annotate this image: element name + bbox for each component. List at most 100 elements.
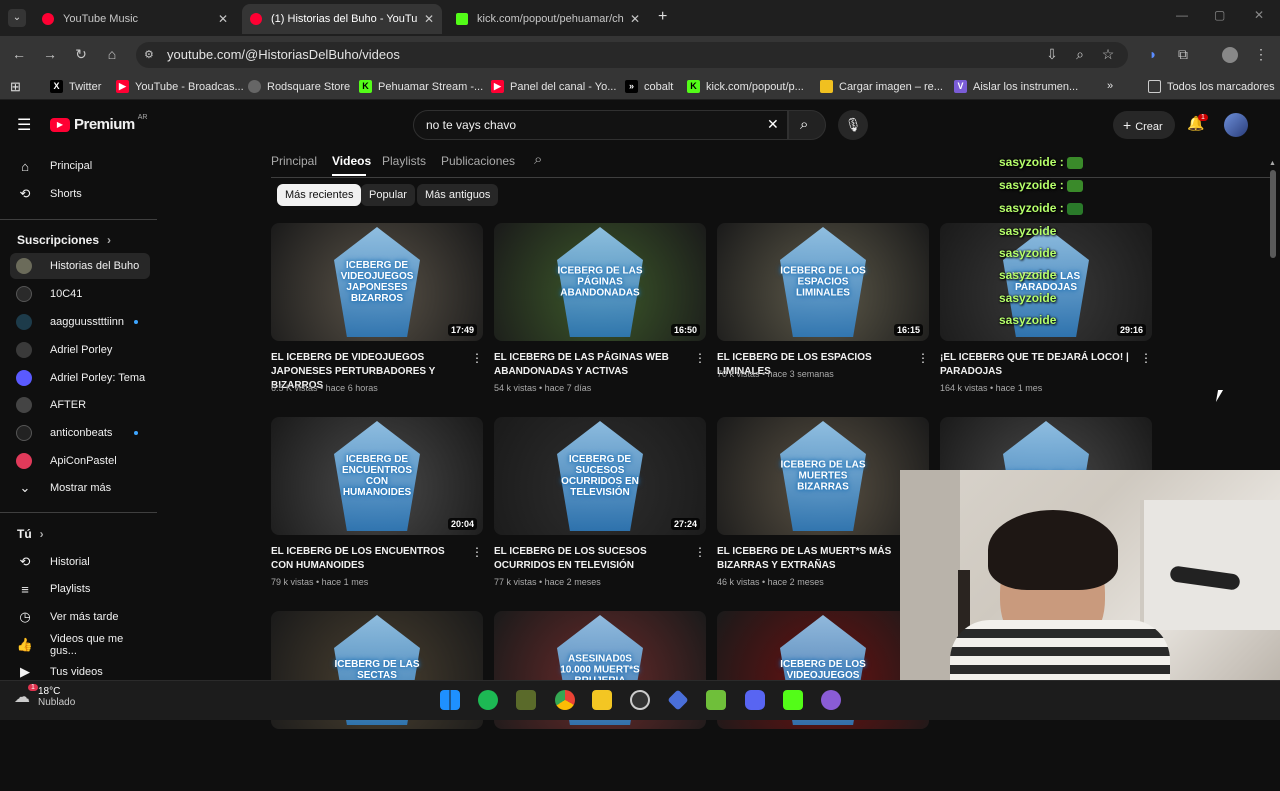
close-window-icon[interactable]: ✕ <box>1254 8 1264 22</box>
profile-avatar[interactable] <box>1222 47 1238 63</box>
subscriptions-heading[interactable]: Suscripciones › <box>17 233 111 247</box>
sidebar-item-ver-mas-tarde[interactable]: ◷ Ver más tarde <box>10 604 150 630</box>
extensions-puzzle-icon[interactable]: ⧉ <box>1174 46 1192 63</box>
video-title[interactable]: EL ICEBERG DE LAS MUERT*S MÁS BIZARRAS Y… <box>717 545 913 573</box>
youtube-premium-logo[interactable]: ▶ Premium AR <box>50 114 147 133</box>
sidebar-item-shorts[interactable]: ⟲ Shorts <box>10 181 150 207</box>
weather-widget[interactable]: ☁ 18°C Nublado <box>14 686 75 708</box>
zoom-icon[interactable]: ⌕ <box>1071 46 1089 63</box>
video-title[interactable]: EL ICEBERG DE LOS ENCUENTROS CON HUMANOI… <box>271 545 467 573</box>
maximize-icon[interactable]: ▢ <box>1214 8 1225 22</box>
video-options-icon[interactable]: ⋮ <box>1140 351 1152 365</box>
all-bookmarks[interactable]: Todos los marcadores <box>1148 80 1275 93</box>
bookmark-kick-popout[interactable]: Kkick.com/popout/p... <box>687 80 804 93</box>
tab-playlists[interactable]: Playlists <box>382 154 426 168</box>
tab-youtube-music[interactable]: YouTube Music ✕ <box>34 6 236 32</box>
sidebar-item-principal[interactable]: ⌂ Principal <box>10 153 150 179</box>
install-app-icon[interactable]: ⇩ <box>1043 46 1061 63</box>
sidebar-sub-adriel-porley[interactable]: Adriel Porley <box>10 337 150 363</box>
video-options-icon[interactable]: ⋮ <box>471 351 483 365</box>
bookmarks-overflow-icon[interactable]: » <box>1107 80 1113 92</box>
sidebar-sub-after[interactable]: AFTER <box>10 392 150 418</box>
bookmark-cargar-imagen[interactable]: Cargar imagen – re... <box>820 80 943 93</box>
minimize-icon[interactable]: — <box>1176 8 1188 22</box>
windows-start-icon[interactable] <box>440 690 460 710</box>
page-scrollbar[interactable] <box>1270 170 1276 258</box>
reload-icon[interactable]: ↻ <box>72 46 90 63</box>
video-card[interactable]: ICEBERG DE LOS ESPACIOS LIMINALES 16:15 EL… <box>717 223 929 403</box>
chip-mas-recientes[interactable]: Más recientes <box>277 184 362 206</box>
bookmark-pehuamar-stream[interactable]: K Pehuamar Stream -... <box>359 80 483 93</box>
apps-grid-icon[interactable]: ⊞ <box>10 79 21 95</box>
obs-icon[interactable] <box>630 690 650 710</box>
video-title[interactable]: EL ICEBERG DE LOS SUCESOS OCURRIDOS EN T… <box>494 545 690 573</box>
address-bar[interactable]: youtube.com/@HistoriasDelBuho/videos <box>136 42 1128 68</box>
stacked-app-icon[interactable] <box>706 690 726 710</box>
video-thumbnail[interactable]: ICEBERG DE LOS ESPACIOS LIMINALES 16:15 <box>717 223 929 341</box>
you-heading[interactable]: Tú › <box>17 527 44 541</box>
sidebar-sub-apiconpastel[interactable]: ApiConPastel <box>10 448 150 474</box>
hamburger-menu-icon[interactable]: ☰ <box>17 115 31 135</box>
sidebar-sub-adriel-porley-tema[interactable]: Adriel Porley: Tema <box>10 365 150 391</box>
sidebar-show-more[interactable]: ⌄ Mostrar más <box>10 475 150 501</box>
video-card[interactable]: ICEBERG DE SUCESOS OCURRIDOS EN TELEVISI… <box>494 417 706 597</box>
sidebar-item-videos-que-me-gustan[interactable]: 👍 Videos que me gus... <box>10 632 150 658</box>
close-tab-icon[interactable]: ✕ <box>630 12 640 26</box>
discord-icon[interactable] <box>745 690 765 710</box>
sidebar-item-playlists[interactable]: ≡ Playlists <box>10 576 150 602</box>
bookmark-star-icon[interactable]: ☆ <box>1099 46 1117 63</box>
video-options-icon[interactable]: ⋮ <box>694 545 706 559</box>
site-info-icon[interactable]: ⚙ <box>144 48 154 61</box>
video-thumbnail[interactable]: ICEBERG DE ENCUENTROS CON HUMANOIDES 20:0… <box>271 417 483 535</box>
game-launcher-icon[interactable] <box>516 690 536 710</box>
video-thumbnail[interactable]: ICEBERG DE SUCESOS OCURRIDOS EN TELEVISI… <box>494 417 706 535</box>
video-title[interactable]: EL ICEBERG DE LAS PÁGINAS WEB ABANDONADA… <box>494 351 690 379</box>
create-button[interactable]: + Crear <box>1113 111 1175 139</box>
chip-popular[interactable]: Popular <box>361 184 415 206</box>
spotify-icon[interactable] <box>478 690 498 710</box>
back-icon[interactable]: ← <box>10 46 28 62</box>
close-tab-icon[interactable]: ✕ <box>424 12 434 26</box>
account-avatar[interactable] <box>1224 113 1248 137</box>
voice-search-button[interactable]: 🎙 <box>838 110 868 140</box>
tab-principal[interactable]: Principal <box>271 154 317 168</box>
extension-icon[interactable]: ◗ <box>1144 46 1162 62</box>
sidebar-item-historial[interactable]: ⟲ Historial <box>10 549 150 575</box>
sidebar-sub-anticonbeats[interactable]: anticonbeats <box>10 420 150 446</box>
tab-historias-del-buho[interactable]: (1) Historias del Buho - YouTub ✕ <box>242 4 442 34</box>
tab-list-button[interactable]: ⌄ <box>8 9 26 27</box>
bookmark-cobalt[interactable]: » cobalt <box>625 80 673 93</box>
chrome-icon[interactable] <box>555 690 575 710</box>
video-options-icon[interactable]: ⋮ <box>471 545 483 559</box>
chat-app-icon[interactable] <box>821 690 841 710</box>
close-tab-icon[interactable]: ✕ <box>218 12 228 26</box>
tab-kick-popout[interactable]: kick.com/popout/pehuamar/ch ✕ <box>448 6 648 32</box>
video-card[interactable]: ICEBERG DE LAS MUERTES BIZARRAS EL ICEBER… <box>717 417 929 597</box>
sidebar-sub-aagguusstttiinn[interactable]: aagguusstttiinn <box>10 309 150 335</box>
new-tab-button[interactable]: + <box>658 8 667 26</box>
video-thumbnail[interactable]: ICEBERG DE LAS PÁGINAS ABANDONADAS 16:50 <box>494 223 706 341</box>
video-thumbnail[interactable]: ICEBERG DE LAS MUERTES BIZARRAS <box>717 417 929 535</box>
search-input[interactable]: no te vays chavo <box>413 110 788 140</box>
video-options-icon[interactable]: ⋮ <box>694 351 706 365</box>
search-button[interactable]: ⌕ <box>788 110 826 140</box>
clear-search-icon[interactable]: ✕ <box>767 116 779 133</box>
scroll-up-arrow-icon[interactable]: ▲ <box>1269 160 1276 167</box>
tab-publicaciones[interactable]: Publicaciones <box>441 154 515 168</box>
bookmark-youtube-broadcast[interactable]: ▶ YouTube - Broadcas... <box>116 80 244 93</box>
sidebar-sub-historias-del-buho[interactable]: Historias del Buho <box>10 253 150 279</box>
tab-videos[interactable]: Videos <box>332 154 371 168</box>
forward-icon[interactable]: → <box>41 46 59 62</box>
video-title[interactable]: ¡EL ICEBERG QUE TE DEJARÁ LOCO! | PARADO… <box>940 351 1136 379</box>
kick-taskbar-icon[interactable] <box>783 690 803 710</box>
file-explorer-icon[interactable] <box>592 690 612 710</box>
bookmark-twitter[interactable]: X Twitter <box>50 80 101 93</box>
video-card[interactable]: ICEBERG DE LAS PÁGINAS ABANDONADAS 16:50 E… <box>494 223 706 403</box>
video-thumbnail[interactable]: ICEBERG DE VIDEOJUEGOS JAPONESES BIZARRO… <box>271 223 483 341</box>
bookmark-rodsquare[interactable]: Rodsquare Store <box>248 80 350 93</box>
sidebar-sub-10c41[interactable]: 10C41 <box>10 281 150 307</box>
video-card[interactable]: ICEBERG DE VIDEOJUEGOS JAPONESES BIZARRO… <box>271 223 483 403</box>
bookmark-panel-del-canal[interactable]: ▶ Panel del canal - Yo... <box>491 80 616 93</box>
video-options-icon[interactable]: ⋮ <box>917 351 929 365</box>
bookmark-aislar-instrumentos[interactable]: V Aislar los instrumen... <box>954 80 1078 93</box>
